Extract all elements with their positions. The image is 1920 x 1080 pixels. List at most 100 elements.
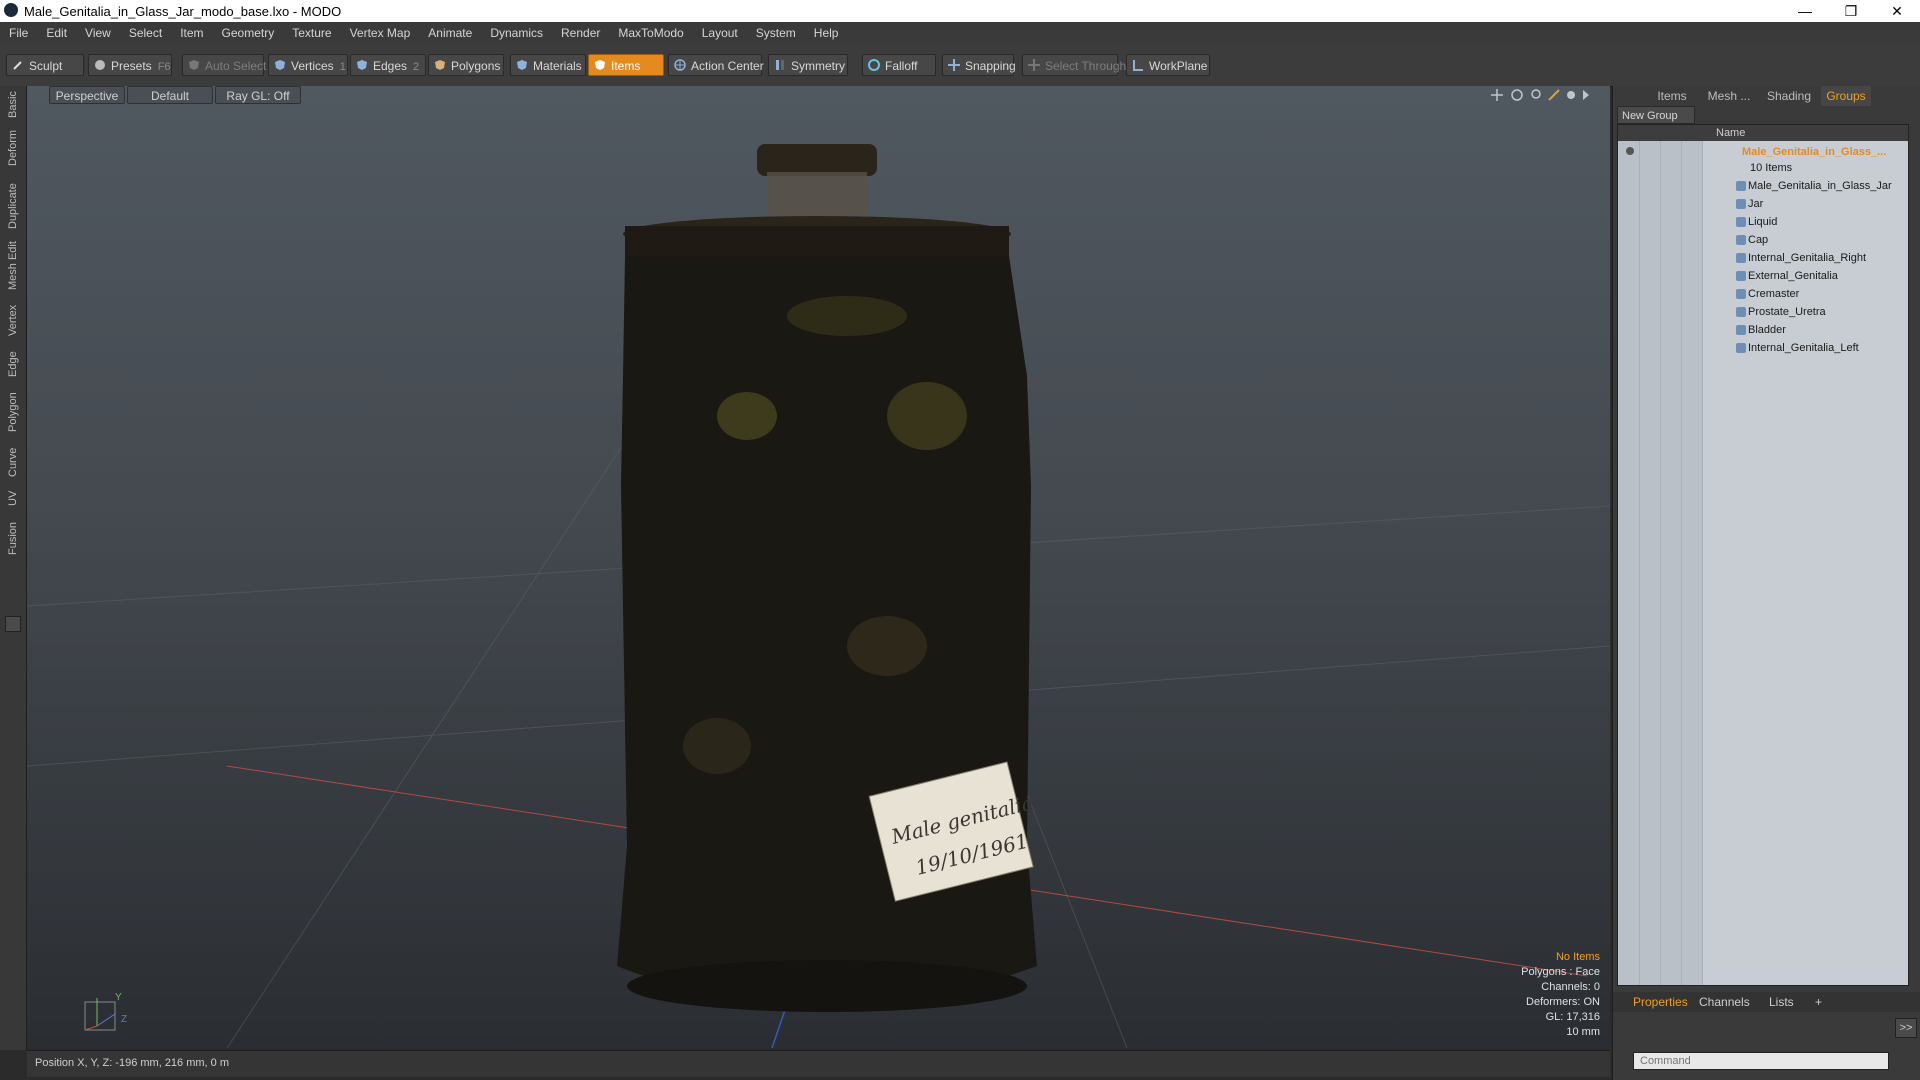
mesh-icon: [1736, 271, 1746, 281]
tab-shading[interactable]: Shading: [1761, 86, 1817, 106]
presets-button[interactable]: Presets F6: [88, 54, 172, 76]
close-button[interactable]: ✕: [1874, 0, 1920, 22]
auto-select-button[interactable]: Auto Select: [182, 54, 266, 76]
select-through-icon: [1028, 59, 1040, 71]
axis-gizmo-icon: [84, 998, 116, 1031]
tab-uv[interactable]: UV: [3, 486, 23, 510]
right-panel: Items Mesh ... Shading Groups New Group …: [1612, 86, 1920, 1080]
polygons-button[interactable]: Polygons: [428, 54, 504, 76]
title-bar: Male_Genitalia_in_Glass_Jar_modo_base.lx…: [0, 0, 1920, 22]
mesh-icon: [1736, 343, 1746, 353]
3d-viewport[interactable]: Perspective Default Ray GL: Off Male gen…: [27, 86, 1610, 1048]
menu-view[interactable]: View: [76, 22, 120, 44]
tab-mesh[interactable]: Mesh ...: [1701, 86, 1757, 106]
action-center-button[interactable]: Action Center: [668, 54, 764, 76]
materials-button[interactable]: Materials: [510, 54, 586, 76]
edges-icon: [357, 60, 367, 70]
menu-maxtomodo[interactable]: MaxToModo: [609, 22, 692, 44]
tab-duplicate[interactable]: Duplicate: [3, 178, 23, 234]
menu-vertex-map[interactable]: Vertex Map: [341, 22, 420, 44]
workplane-icon: [1133, 60, 1143, 71]
add-tab-button[interactable]: +: [1815, 995, 1822, 1009]
vertices-icon: [275, 60, 285, 70]
minimize-button[interactable]: —: [1782, 0, 1828, 22]
toolbar: Sculpt Presets F6 Auto Select Vertices 1 E…: [0, 44, 1920, 87]
menu-help[interactable]: Help: [805, 22, 848, 44]
vertices-button[interactable]: Vertices 1: [268, 54, 348, 76]
brush-icon: [13, 61, 22, 70]
group-count-row: 10 Items: [1750, 162, 1793, 174]
list-item[interactable]: Cremaster: [1618, 285, 1908, 303]
group-list: Name Male_Genitalia_in_Glass_... 10 Item…: [1617, 124, 1909, 986]
list-item[interactable]: Male_Genitalia_in_Glass_Jar: [1618, 177, 1908, 195]
materials-icon: [517, 60, 527, 70]
tab-deform[interactable]: Deform: [3, 126, 23, 170]
mesh-icon: [1736, 217, 1746, 227]
info-channels: Channels: 0: [1541, 981, 1600, 993]
tab-vertex[interactable]: Vertex: [3, 298, 23, 342]
menu-system[interactable]: System: [747, 22, 805, 44]
presets-icon: [95, 60, 105, 70]
info-scale: 10 mm: [1566, 1026, 1600, 1038]
menu-item[interactable]: Item: [171, 22, 212, 44]
axis-z-label: Z: [121, 1014, 127, 1025]
list-item[interactable]: Jar: [1618, 195, 1908, 213]
info-selection: No Items: [1555, 951, 1600, 963]
list-item[interactable]: Internal_Genitalia_Left: [1618, 339, 1908, 357]
mesh-icon: [1736, 235, 1746, 245]
list-item[interactable]: Cap: [1618, 231, 1908, 249]
column-name-header[interactable]: Name: [1716, 127, 1745, 139]
menu-dynamics[interactable]: Dynamics: [481, 22, 552, 44]
list-item[interactable]: Bladder: [1618, 321, 1908, 339]
select-through-button[interactable]: Select Through: [1022, 54, 1126, 76]
viewport-info: No Items Polygons : Face Channels: 0 Def…: [1521, 950, 1600, 1040]
left-tool-strip: Basic Deform Duplicate Mesh Edit Vertex …: [0, 86, 27, 1050]
shield-icon: [189, 60, 199, 70]
tab-polygon[interactable]: Polygon: [3, 386, 23, 438]
list-item[interactable]: Liquid: [1618, 213, 1908, 231]
scene-canvas: Male genitalia 19/10/1961 Y Z: [27, 144, 1610, 1048]
tab-channels[interactable]: Channels: [1699, 995, 1750, 1009]
tab-edge[interactable]: Edge: [3, 346, 23, 382]
menu-select[interactable]: Select: [120, 22, 171, 44]
tab-properties[interactable]: Properties: [1633, 995, 1688, 1009]
items-button[interactable]: Items: [588, 54, 664, 76]
eye-icon[interactable]: [1626, 147, 1634, 155]
menu-render[interactable]: Render: [552, 22, 609, 44]
tab-lists[interactable]: Lists: [1769, 995, 1794, 1009]
command-input[interactable]: [1633, 1052, 1889, 1070]
list-item[interactable]: Internal_Genitalia_Right: [1618, 249, 1908, 267]
tab-fusion[interactable]: Fusion: [3, 516, 23, 560]
list-item[interactable]: Prostate_Uretra: [1618, 303, 1908, 321]
workplane-button[interactable]: WorkPlane: [1126, 54, 1210, 76]
tab-curve[interactable]: Curve: [3, 442, 23, 482]
menu-layout[interactable]: Layout: [693, 22, 747, 44]
info-deformers: Deformers: ON: [1526, 996, 1600, 1008]
symmetry-button[interactable]: Symmetry: [768, 54, 848, 76]
crosshair-icon: [674, 59, 686, 71]
symmetry-icon: [776, 60, 784, 70]
list-item[interactable]: External_Genitalia: [1618, 267, 1908, 285]
snapping-icon: [948, 59, 960, 71]
strip-toggle-button[interactable]: [5, 616, 21, 632]
tab-groups[interactable]: Groups: [1821, 86, 1871, 106]
tab-mesh-edit[interactable]: Mesh Edit: [3, 238, 23, 294]
mesh-icon: [1736, 253, 1746, 263]
edges-button[interactable]: Edges 2: [350, 54, 426, 76]
new-group-button[interactable]: New Group: [1617, 106, 1695, 124]
menu-geometry[interactable]: Geometry: [213, 22, 284, 44]
maximize-button[interactable]: ❐: [1828, 0, 1874, 22]
snapping-button[interactable]: Snapping: [942, 54, 1016, 76]
menu-file[interactable]: File: [0, 22, 37, 44]
tab-items[interactable]: Items: [1647, 86, 1697, 106]
menu-edit[interactable]: Edit: [37, 22, 76, 44]
menu-animate[interactable]: Animate: [419, 22, 481, 44]
info-polygons: Polygons : Face: [1521, 966, 1600, 978]
mesh-icon: [1736, 289, 1746, 299]
polygons-icon: [435, 60, 445, 70]
menu-texture[interactable]: Texture: [283, 22, 340, 44]
falloff-button[interactable]: Falloff: [862, 54, 936, 76]
tab-basic[interactable]: Basic: [3, 90, 23, 120]
sculpt-button[interactable]: Sculpt: [6, 54, 84, 76]
expand-button[interactable]: >>: [1895, 1018, 1917, 1038]
